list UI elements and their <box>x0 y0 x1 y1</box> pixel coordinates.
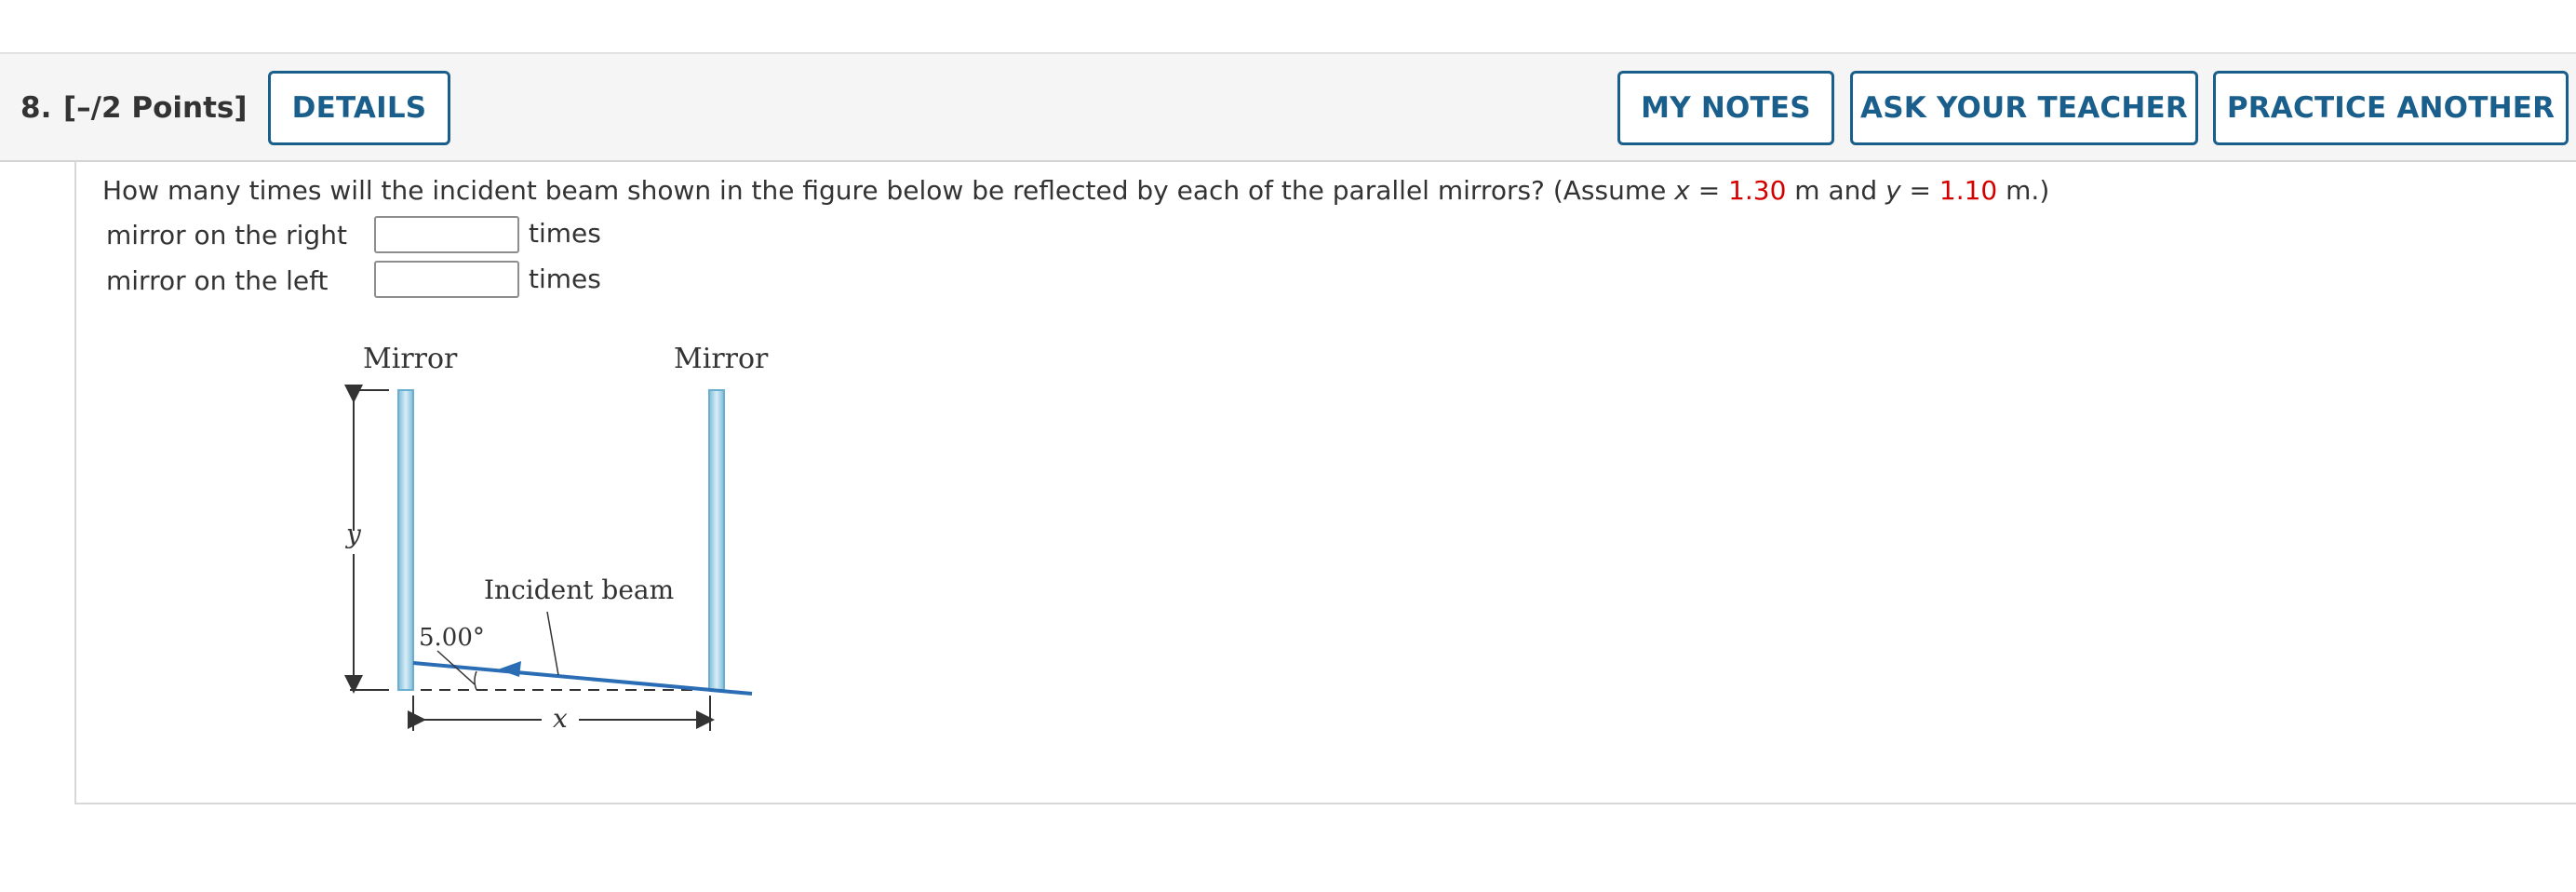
ask-your-teacher-button[interactable]: ASK YOUR TEACHER <box>1850 71 2198 145</box>
angle-label: 5.00° <box>419 624 485 652</box>
variable-y: y <box>1885 175 1901 206</box>
question-points: [–/2 Points] <box>63 91 248 125</box>
prompt-text-mid: m and <box>1786 175 1886 206</box>
incident-beam-label: Incident beam <box>484 574 674 605</box>
my-notes-button[interactable]: MY NOTES <box>1617 71 1834 145</box>
question-number: 8. <box>20 91 52 125</box>
x-value: 1.30 <box>1728 175 1787 206</box>
answer-unit-right-mirror: times <box>529 218 601 249</box>
answer-unit-left-mirror: times <box>529 264 601 294</box>
x-dimension-label: x <box>553 703 568 734</box>
practice-another-button[interactable]: PRACTICE ANOTHER <box>2213 71 2569 145</box>
left-mirror <box>397 389 414 691</box>
prompt-text-end: m.) <box>1997 175 2050 206</box>
left-mirror-label: Mirror <box>363 343 458 375</box>
details-button[interactable]: DETAILS <box>268 71 450 145</box>
beam-label-leader <box>546 611 559 676</box>
beam-arrow-icon <box>498 661 521 677</box>
answer-input-right-mirror[interactable] <box>374 216 519 253</box>
prompt-text-start: How many times will the incident beam sh… <box>102 175 1675 206</box>
variable-x: x <box>1674 175 1690 206</box>
y-value: 1.10 <box>1939 175 1998 206</box>
angle-arc <box>474 670 477 691</box>
answer-input-left-mirror[interactable] <box>374 261 519 298</box>
y-dimension-label: y <box>344 519 362 549</box>
answer-label-right-mirror: mirror on the right <box>106 220 347 250</box>
question-prompt: How many times will the incident beam sh… <box>102 175 2049 206</box>
equals-sign: = <box>1900 175 1939 206</box>
equals-sign: = <box>1689 175 1729 206</box>
answer-label-left-mirror: mirror on the left <box>106 265 329 296</box>
right-mirror <box>708 389 725 691</box>
mirrors-figure: Mirror Mirror y Incident beam 5.00° x <box>344 343 769 734</box>
right-mirror-label: Mirror <box>674 343 769 375</box>
